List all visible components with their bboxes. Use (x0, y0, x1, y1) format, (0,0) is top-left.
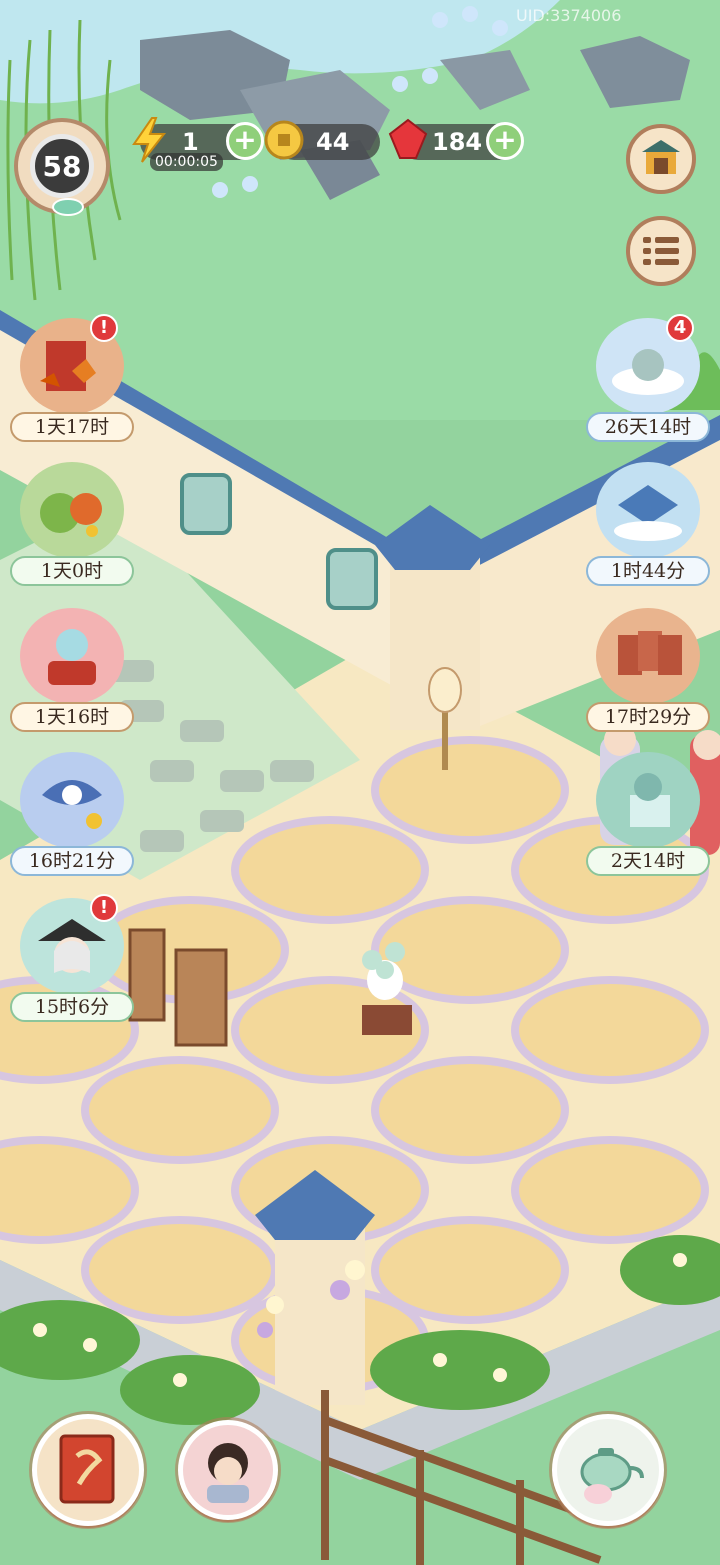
shop-pavilion-icon (642, 140, 680, 174)
event-autumn[interactable]: ! 1天17时 (10, 314, 134, 448)
character-button[interactable] (178, 1420, 278, 1520)
alert-badge: ! (90, 314, 118, 342)
snow-palace-icon (596, 462, 700, 558)
coin-value: 44 (316, 128, 350, 156)
recipe-book-button[interactable] (32, 1414, 144, 1526)
menu-button[interactable] (626, 216, 696, 286)
kite-icon (20, 752, 124, 848)
playing-cards-icon (596, 608, 700, 704)
event-timer: 1天16时 (10, 702, 134, 732)
event-timer: 1天17时 (10, 412, 134, 442)
event-character[interactable]: ! 15时6分 (10, 894, 134, 1028)
character-portrait-icon (207, 1443, 249, 1503)
shop-button[interactable] (626, 124, 696, 194)
gem-value: 184 (432, 128, 483, 156)
teahouse-button[interactable] (552, 1414, 664, 1526)
event-cat-cloud[interactable]: 4 26天14时 (586, 314, 710, 448)
alert-badge: ! (90, 894, 118, 922)
add-gem-button[interactable]: + (486, 122, 524, 160)
energy-timer: 00:00:05 (150, 153, 223, 171)
event-timer: 1时44分 (586, 556, 710, 586)
gift-box-icon (596, 752, 700, 848)
coin-bar: 44 (264, 120, 380, 160)
event-timer: 26天14时 (586, 412, 710, 442)
add-energy-button[interactable]: + (226, 122, 264, 160)
event-timer: 1天0时 (10, 556, 134, 586)
recipe-book-icon (59, 1434, 115, 1504)
event-gift[interactable]: 2天14时 (586, 752, 710, 882)
level-number: 58 (42, 149, 82, 183)
uid-text: UID:3374006 (516, 6, 622, 25)
event-timer: 17时29分 (586, 702, 710, 732)
level-ring: 58 (30, 134, 94, 198)
player-level-badge[interactable]: 58 (14, 118, 110, 216)
coin-icon (264, 120, 304, 160)
energy-value: 1 (182, 128, 199, 156)
event-timer: 15时6分 (10, 992, 134, 1022)
teapot-icon (580, 1448, 644, 1504)
event-timer: 2天14时 (586, 846, 710, 876)
leaf-icon (52, 198, 84, 216)
event-cat-drum[interactable]: 1天16时 (10, 608, 134, 738)
event-vegetables[interactable]: 1天0时 (10, 462, 134, 592)
cat-drum-icon (20, 608, 124, 704)
red-gem-icon (388, 118, 428, 159)
event-snow-palace[interactable]: 1时44分 (586, 462, 710, 592)
event-cards[interactable]: 17时29分 (586, 608, 710, 738)
gem-bar: 184 + (388, 118, 524, 160)
count-badge: 4 (666, 314, 694, 342)
menu-list-icon (643, 237, 679, 265)
event-timer: 16时21分 (10, 846, 134, 876)
event-kite[interactable]: 16时21分 (10, 752, 134, 882)
vegetable-basket-icon (20, 462, 124, 558)
